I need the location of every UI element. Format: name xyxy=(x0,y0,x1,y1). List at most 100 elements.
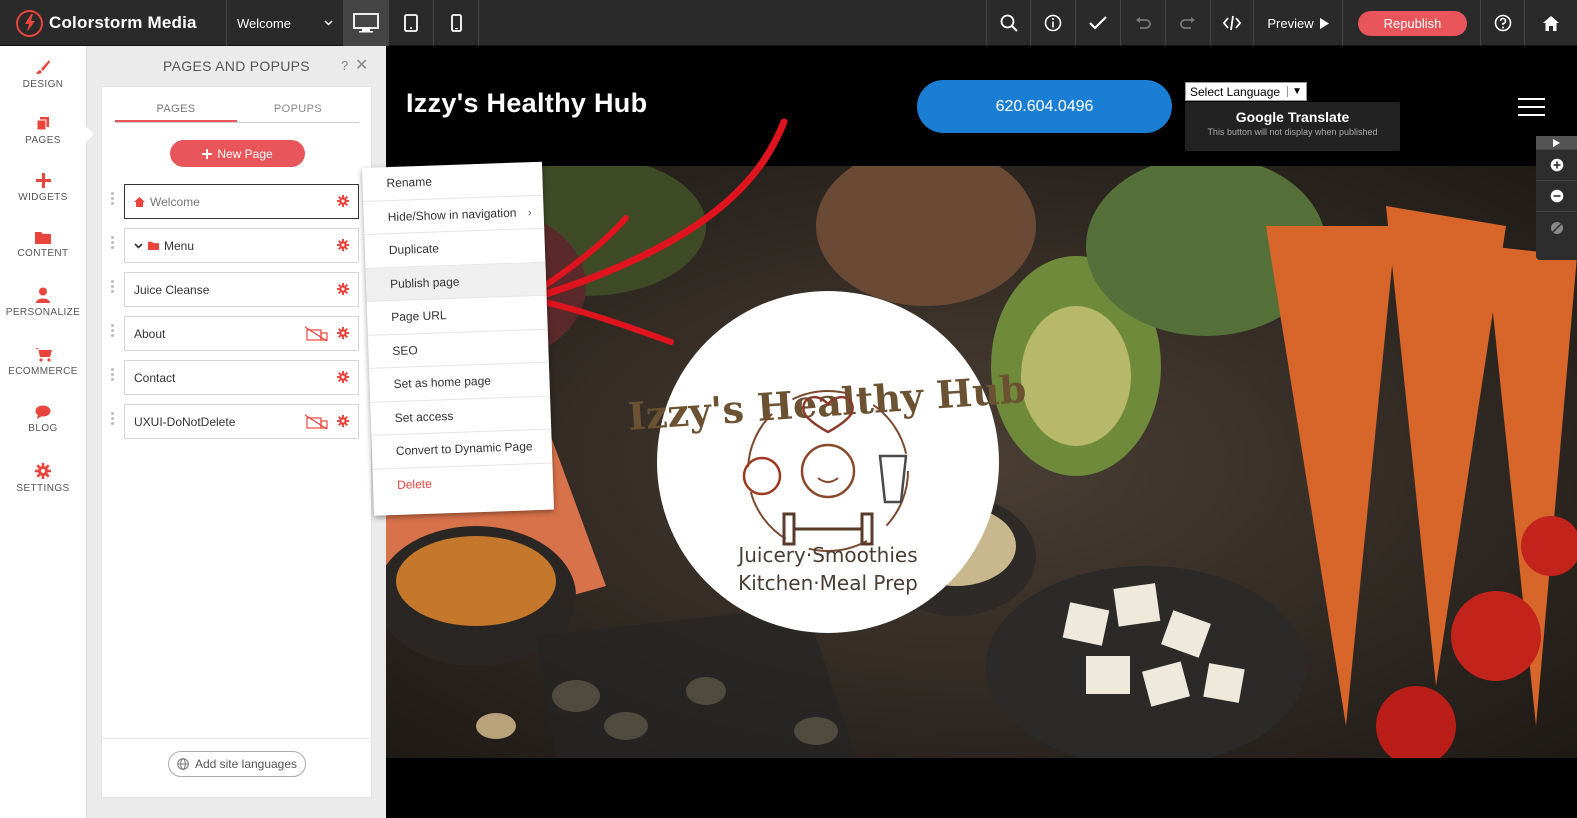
panel-pointer xyxy=(86,126,94,142)
gear-icon[interactable] xyxy=(337,327,349,339)
top-toolbar: Colorstorm Media Welcome Preview Republi… xyxy=(0,0,1577,46)
desktop-icon xyxy=(353,13,379,33)
phone-button[interactable]: 620.604.0496 xyxy=(917,80,1172,133)
chevron-down-icon[interactable] xyxy=(134,242,143,249)
new-page-button[interactable]: New Page xyxy=(170,140,305,167)
chat-bubble-icon xyxy=(35,405,51,419)
page-row-uxui-donotdelete[interactable]: UXUI-DoNotDelete xyxy=(124,404,359,439)
close-icon[interactable]: ✕ xyxy=(355,55,368,75)
search-button[interactable] xyxy=(986,0,1031,46)
page-selector-value: Welcome xyxy=(237,15,291,31)
code-view-button[interactable] xyxy=(1211,0,1254,46)
page-row-menu[interactable]: Menu xyxy=(124,228,359,263)
rail-item-personalize[interactable]: PERSONALIZE xyxy=(0,273,86,332)
add-site-languages-label: Add site languages xyxy=(194,757,298,771)
gear-icon[interactable] xyxy=(337,371,349,383)
search-icon xyxy=(1000,14,1018,32)
brand: Colorstorm Media xyxy=(0,0,227,46)
rail-item-label: WIDGETS xyxy=(18,191,68,203)
brand-logo-icon xyxy=(16,9,43,37)
help-icon xyxy=(1494,14,1511,32)
plus-icon xyxy=(202,148,213,159)
drag-handle-icon[interactable] xyxy=(111,236,117,252)
tablet-icon xyxy=(404,14,418,32)
tab-pages[interactable]: PAGES xyxy=(115,103,237,122)
mobile-view-button[interactable] xyxy=(434,0,479,46)
undo-button[interactable] xyxy=(1121,0,1166,46)
gear-icon[interactable] xyxy=(337,195,349,207)
tab-popups[interactable]: POPUPS xyxy=(237,103,359,122)
menu-item-delete[interactable]: Delete xyxy=(373,463,554,503)
pages-icon xyxy=(36,116,49,130)
rail-item-design[interactable]: DESIGN xyxy=(0,46,86,102)
hide-element-icon[interactable] xyxy=(1536,212,1577,243)
panel-help-button[interactable]: ? xyxy=(341,58,348,73)
panel-divider xyxy=(102,738,371,739)
drag-handle-icon[interactable] xyxy=(111,324,117,340)
person-icon xyxy=(36,287,50,303)
rail-item-blog[interactable]: BLOG xyxy=(0,391,86,448)
page-row-juice-cleanse[interactable]: Juice Cleanse xyxy=(124,272,359,307)
tablet-view-button[interactable] xyxy=(389,0,434,46)
desktop-view-button[interactable] xyxy=(344,0,389,46)
rail-item-label: PAGES xyxy=(25,134,61,146)
drag-handle-icon[interactable] xyxy=(111,280,117,296)
rail-item-label: PERSONALIZE xyxy=(5,307,81,318)
zoom-in-icon[interactable] xyxy=(1536,150,1577,181)
hamburger-menu-icon[interactable] xyxy=(1518,98,1545,122)
help-button[interactable] xyxy=(1480,0,1525,46)
gear-icon[interactable] xyxy=(337,239,349,251)
chevron-right-icon: › xyxy=(527,204,532,219)
folder-icon xyxy=(148,241,159,250)
zoom-out-icon[interactable] xyxy=(1536,181,1577,212)
checkmark-button[interactable] xyxy=(1076,0,1121,46)
rail-item-pages[interactable]: PAGES xyxy=(0,102,86,159)
language-select[interactable]: Select Language ▼ xyxy=(1185,82,1307,101)
page-name: Welcome xyxy=(150,194,200,209)
mobile-icon xyxy=(450,14,462,32)
drag-handle-icon[interactable] xyxy=(111,368,117,384)
info-button[interactable] xyxy=(1031,0,1076,46)
page-row-contact[interactable]: Contact xyxy=(124,360,359,395)
rail-item-ecommerce[interactable]: ECOMMERCE xyxy=(0,332,86,391)
dropdown-arrow-icon: ▼ xyxy=(1287,86,1302,97)
gear-icon[interactable] xyxy=(337,283,349,295)
drag-handle-icon[interactable] xyxy=(111,192,117,208)
redo-button[interactable] xyxy=(1166,0,1211,46)
play-icon xyxy=(1319,17,1329,29)
gear-icon xyxy=(35,463,51,479)
home-button[interactable] xyxy=(1525,0,1577,46)
home-icon xyxy=(1543,15,1559,31)
page-name: Menu xyxy=(164,238,195,253)
page-row-welcome[interactable]: Welcome xyxy=(124,184,359,219)
gear-icon[interactable] xyxy=(337,415,349,427)
add-site-languages-button[interactable]: Add site languages xyxy=(168,751,306,777)
undo-icon xyxy=(1136,17,1151,29)
chevron-down-icon xyxy=(324,20,333,26)
rail-item-content[interactable]: CONTENT xyxy=(0,216,86,273)
play-icon[interactable] xyxy=(1536,136,1577,150)
page-name: Contact xyxy=(134,370,176,385)
language-select-value: Select Language xyxy=(1190,84,1281,99)
globe-icon xyxy=(177,758,189,770)
brush-icon xyxy=(36,59,50,74)
redo-icon xyxy=(1180,17,1195,29)
rail-item-settings[interactable]: SETTINGS xyxy=(0,448,86,509)
rail-item-label: CONTENT xyxy=(17,247,69,259)
menu-item-label: Hide/Show in navigation xyxy=(387,205,517,224)
page-name: Juice Cleanse xyxy=(134,282,210,297)
home-icon xyxy=(134,196,145,207)
google-translate-box: Google Translate This button will not di… xyxy=(1185,102,1400,151)
panel-tabs: PAGES POPUPS xyxy=(115,103,359,123)
drag-handle-icon[interactable] xyxy=(111,412,117,428)
preview-button[interactable]: Preview xyxy=(1254,0,1343,46)
cart-icon xyxy=(34,347,52,362)
rail-item-label: ECOMMERCE xyxy=(8,365,78,377)
page-context-menu: Rename Hide/Show in navigation › Duplica… xyxy=(362,161,555,516)
page-selector-dropdown[interactable]: Welcome xyxy=(227,0,344,46)
page-row-about[interactable]: About xyxy=(124,316,359,351)
republish-button[interactable]: Republish xyxy=(1358,11,1467,36)
side-tools xyxy=(1536,136,1577,260)
rail-item-label: DESIGN xyxy=(22,78,64,90)
rail-item-widgets[interactable]: WIDGETS xyxy=(0,159,86,216)
